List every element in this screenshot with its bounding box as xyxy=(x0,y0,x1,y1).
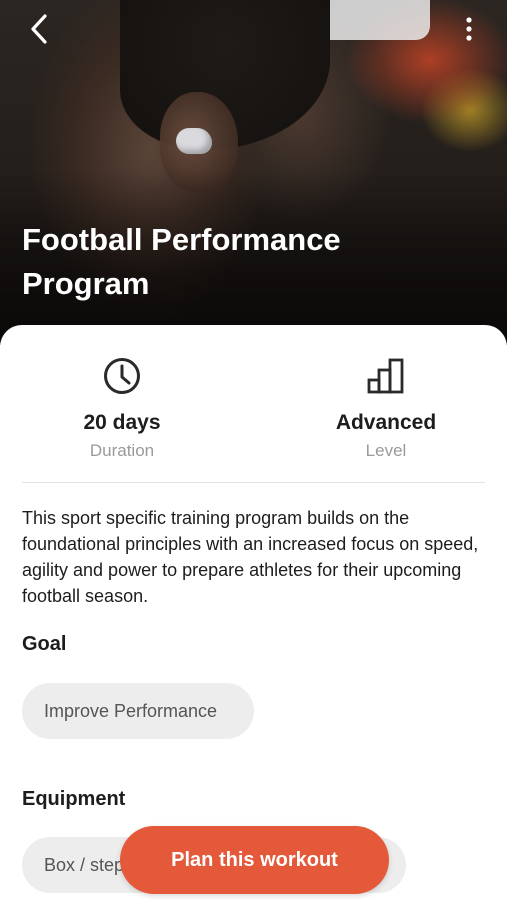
divider xyxy=(22,482,485,483)
hero-earbud-shape xyxy=(176,128,212,154)
duration-value: 20 days xyxy=(83,411,161,434)
duration-label: Duration xyxy=(89,441,155,460)
more-options-button[interactable] xyxy=(455,12,483,46)
plan-workout-button[interactable]: Plan this workout xyxy=(120,826,389,894)
goal-heading: Goal xyxy=(22,633,67,655)
level-stat: Advanced Level xyxy=(296,355,476,461)
level-value: Advanced xyxy=(335,411,437,434)
duration-stat: 20 days Duration xyxy=(32,355,212,461)
bar-chart-icon xyxy=(367,358,404,394)
details-sheet: 20 days Duration Advanced Level This spo… xyxy=(0,325,507,900)
clock-icon xyxy=(104,358,140,394)
goal-chip: Improve Performance xyxy=(22,683,254,739)
page-title-line1: Football Performance xyxy=(22,222,341,257)
program-description: This sport specific training program bui… xyxy=(22,508,479,606)
chevron-left-icon xyxy=(31,14,47,44)
level-label: Level xyxy=(365,441,407,460)
back-button[interactable] xyxy=(22,12,56,46)
page-title-line2: Program xyxy=(22,266,150,301)
more-vertical-icon xyxy=(466,17,472,41)
equipment-heading: Equipment xyxy=(22,788,126,810)
page-title: Football Performance Program xyxy=(22,218,422,306)
